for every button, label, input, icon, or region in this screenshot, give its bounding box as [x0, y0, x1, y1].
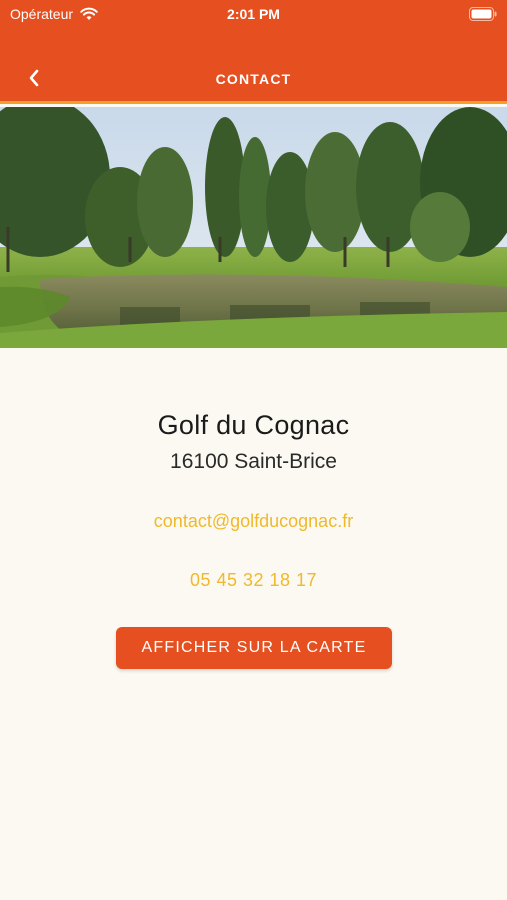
email-link[interactable]: contact@golfducognac.fr [0, 511, 507, 532]
club-name: Golf du Cognac [157, 410, 350, 440]
status-bar: Opérateur 2:01 PM [0, 0, 507, 30]
phone-link[interactable]: 05 45 32 18 17 [0, 570, 507, 591]
club-address: 16100 Saint-Brice [170, 450, 337, 473]
battery-icon [469, 7, 497, 21]
header: Opérateur 2:01 PM CONTACT [0, 0, 507, 104]
contact-screen: Opérateur 2:01 PM CONTACT Golf du Cognac… [0, 0, 507, 900]
show-on-map-button[interactable]: AFFICHER SUR LA CARTE [116, 627, 392, 669]
nav-bar: CONTACT [0, 56, 507, 100]
status-time: 2:01 PM [227, 6, 280, 22]
page-title: CONTACT [215, 71, 292, 87]
golf-course-image [0, 107, 507, 348]
